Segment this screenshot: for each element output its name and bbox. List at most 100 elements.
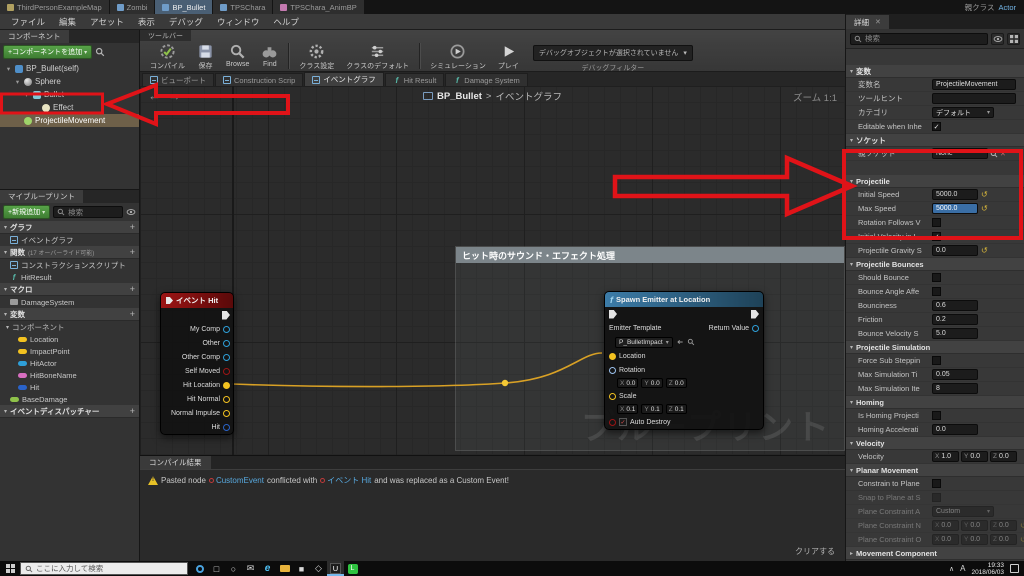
toolbar-button-defaults[interactable]: クラスのデフォルト bbox=[340, 42, 415, 72]
number-input[interactable]: 0.0 bbox=[932, 245, 978, 256]
section-header[interactable]: ▾ Velocity bbox=[846, 437, 1024, 450]
start-button[interactable] bbox=[0, 561, 20, 576]
vector-z-input[interactable]: Z 0.0 bbox=[990, 534, 1017, 545]
add-icon[interactable]: + bbox=[130, 222, 135, 232]
function-node-header[interactable]: f Spawn Emitter at Location bbox=[605, 292, 763, 307]
my-blueprint-item[interactable]: DamageSystem bbox=[0, 296, 139, 308]
add-component-button[interactable]: +コンポーネントを追加 ▾ bbox=[3, 45, 93, 59]
other-comp-pin[interactable] bbox=[223, 353, 230, 361]
section-header[interactable]: ▾ Projectile bbox=[846, 175, 1024, 188]
checkbox[interactable] bbox=[932, 218, 941, 227]
number-input[interactable]: 0.0 bbox=[932, 424, 978, 435]
tab-components[interactable]: コンポーネント bbox=[0, 30, 69, 43]
vector-x-input[interactable]: X 1.0 bbox=[932, 451, 959, 462]
component-tree-item[interactable]: ▾ Sphere bbox=[0, 75, 139, 88]
my-blueprint-item[interactable]: Hit bbox=[0, 381, 139, 393]
tray-expand-icon[interactable]: ∧ bbox=[949, 565, 954, 573]
section-header[interactable]: ▾ グラフ + bbox=[0, 221, 139, 234]
component-tree-item[interactable]: ▾ BP_Bullet(self) bbox=[0, 62, 139, 75]
reset-to-default-icon[interactable]: ↺ bbox=[981, 190, 988, 199]
node-event-hit[interactable]: イベント Hit My Comp Other Other Comp Self Move… bbox=[160, 292, 234, 435]
my-blueprint-item[interactable]: ▾ コンポーネント bbox=[0, 321, 139, 333]
scale-pin[interactable] bbox=[609, 392, 616, 400]
section-header[interactable]: ▾ 関数 (17 オーバーライド可能) + bbox=[0, 246, 139, 259]
number-input[interactable]: 8 bbox=[932, 383, 978, 394]
my-blueprint-search-input[interactable]: 検索 bbox=[53, 206, 123, 218]
window-tab[interactable]: Zombi bbox=[109, 0, 155, 14]
exec-in-pin[interactable] bbox=[609, 309, 617, 319]
clear-icon[interactable]: ✕ bbox=[1000, 150, 1006, 158]
hit-normal-pin[interactable] bbox=[223, 395, 230, 403]
menu-item[interactable]: 表示 bbox=[131, 16, 162, 28]
details-search-input[interactable]: 検索 bbox=[850, 32, 988, 45]
toolbar-button-find[interactable]: Find bbox=[255, 42, 284, 69]
scale-x-input[interactable]: X 0.1 bbox=[617, 404, 639, 414]
toolbar-button-simulate[interactable]: シミュレーション bbox=[424, 42, 492, 72]
add-icon[interactable]: + bbox=[130, 406, 135, 416]
return-value-pin[interactable] bbox=[752, 324, 759, 332]
breadcrumb-root[interactable]: BP_Bullet bbox=[437, 91, 482, 102]
section-header[interactable]: ▾ Homing bbox=[846, 396, 1024, 409]
component-tree-item[interactable]: ▾ Bullet bbox=[0, 88, 139, 101]
checkbox[interactable] bbox=[932, 356, 941, 365]
tab-compiler-results[interactable]: コンパイル結果 bbox=[140, 456, 211, 469]
node-spawn-emitter-at-location[interactable]: f Spawn Emitter at Location Emitter Temp… bbox=[604, 291, 764, 430]
eye-icon[interactable] bbox=[126, 207, 136, 217]
checkbox[interactable] bbox=[932, 479, 941, 488]
auto-destroy-pin[interactable] bbox=[609, 418, 616, 426]
checkbox[interactable] bbox=[932, 287, 941, 296]
my-blueprint-item[interactable]: HitActor bbox=[0, 357, 139, 369]
section-header[interactable]: ▸ Movement Component bbox=[846, 547, 1024, 560]
dropdown[interactable]: デフォルト ▾ bbox=[932, 107, 994, 118]
eye-filter-button[interactable] bbox=[991, 32, 1004, 45]
section-header[interactable]: ▾ Projectile Bounces bbox=[846, 258, 1024, 271]
toolbar-button-save[interactable]: 保存 bbox=[191, 42, 220, 72]
expand-arrow-icon[interactable]: ▾ bbox=[14, 78, 21, 86]
section-header[interactable]: ▾ マクロ + bbox=[0, 283, 139, 296]
rotation-y-input[interactable]: Y 0.0 bbox=[641, 378, 663, 388]
doc-tab-graph[interactable]: Construction Scrip bbox=[215, 73, 304, 86]
section-header[interactable]: ▾ 変数 bbox=[846, 65, 1024, 78]
tab-details[interactable]: 詳細 ✕ bbox=[846, 15, 889, 29]
use-selected-asset-icon[interactable] bbox=[676, 338, 684, 346]
toolbar-button-browse[interactable]: Browse bbox=[220, 42, 255, 69]
taskbar-icon-edge-browser[interactable]: e bbox=[259, 561, 276, 576]
menu-item[interactable]: 編集 bbox=[52, 16, 83, 28]
number-input[interactable]: 0.05 bbox=[932, 369, 978, 380]
rotation-pin[interactable] bbox=[609, 366, 616, 374]
reset-to-default-icon[interactable]: ↺ bbox=[1020, 521, 1024, 530]
add-icon[interactable]: + bbox=[130, 284, 135, 294]
section-header[interactable]: ▾ Projectile Simulation bbox=[846, 341, 1024, 354]
hit-pin[interactable] bbox=[223, 423, 230, 431]
checkbox[interactable] bbox=[932, 493, 941, 502]
window-tab[interactable]: TPSChara_AnimBP bbox=[273, 0, 364, 14]
link-custom-event[interactable]: CustomEvent bbox=[208, 476, 264, 485]
window-tab[interactable]: BP_Bullet bbox=[155, 0, 213, 14]
number-input[interactable]: 0.2 bbox=[932, 314, 978, 325]
taskbar-icon-people[interactable]: ○ bbox=[225, 561, 242, 576]
doc-tab-graph[interactable]: イベントグラフ bbox=[304, 72, 384, 86]
number-input[interactable]: 0.6 bbox=[932, 300, 978, 311]
vector-y-input[interactable]: Y 0.0 bbox=[961, 534, 988, 545]
expand-arrow-icon[interactable]: ▾ bbox=[5, 65, 12, 73]
taskbar-icon-cortana[interactable] bbox=[191, 561, 208, 576]
section-header[interactable]: ▾ 変数 + bbox=[0, 308, 139, 321]
add-icon[interactable]: + bbox=[130, 247, 135, 257]
taskbar-icon-mail[interactable]: ✉ bbox=[242, 561, 259, 576]
checkbox[interactable] bbox=[932, 273, 941, 282]
action-center-icon[interactable] bbox=[1010, 564, 1019, 573]
reset-to-default-icon[interactable]: ↺ bbox=[981, 204, 988, 213]
scale-z-input[interactable]: Z 0.1 bbox=[665, 404, 687, 414]
vector-y-input[interactable]: Y 0.0 bbox=[961, 451, 988, 462]
toolbar-button-compile[interactable]: コンパイル bbox=[144, 42, 191, 72]
link-event-hit[interactable]: イベント Hit bbox=[320, 475, 371, 486]
reset-to-default-icon[interactable]: ↺ bbox=[1020, 535, 1024, 544]
add-icon[interactable]: + bbox=[130, 309, 135, 319]
text-input[interactable] bbox=[932, 93, 1016, 104]
search-icon[interactable] bbox=[990, 150, 998, 158]
menu-item[interactable]: ウィンドウ bbox=[210, 16, 267, 28]
back-arrow-button[interactable]: ← bbox=[148, 89, 161, 103]
socket-input[interactable]: None bbox=[932, 148, 988, 159]
menu-item[interactable]: ヘルプ bbox=[266, 16, 306, 28]
wire-reroute-dot[interactable] bbox=[501, 379, 509, 387]
